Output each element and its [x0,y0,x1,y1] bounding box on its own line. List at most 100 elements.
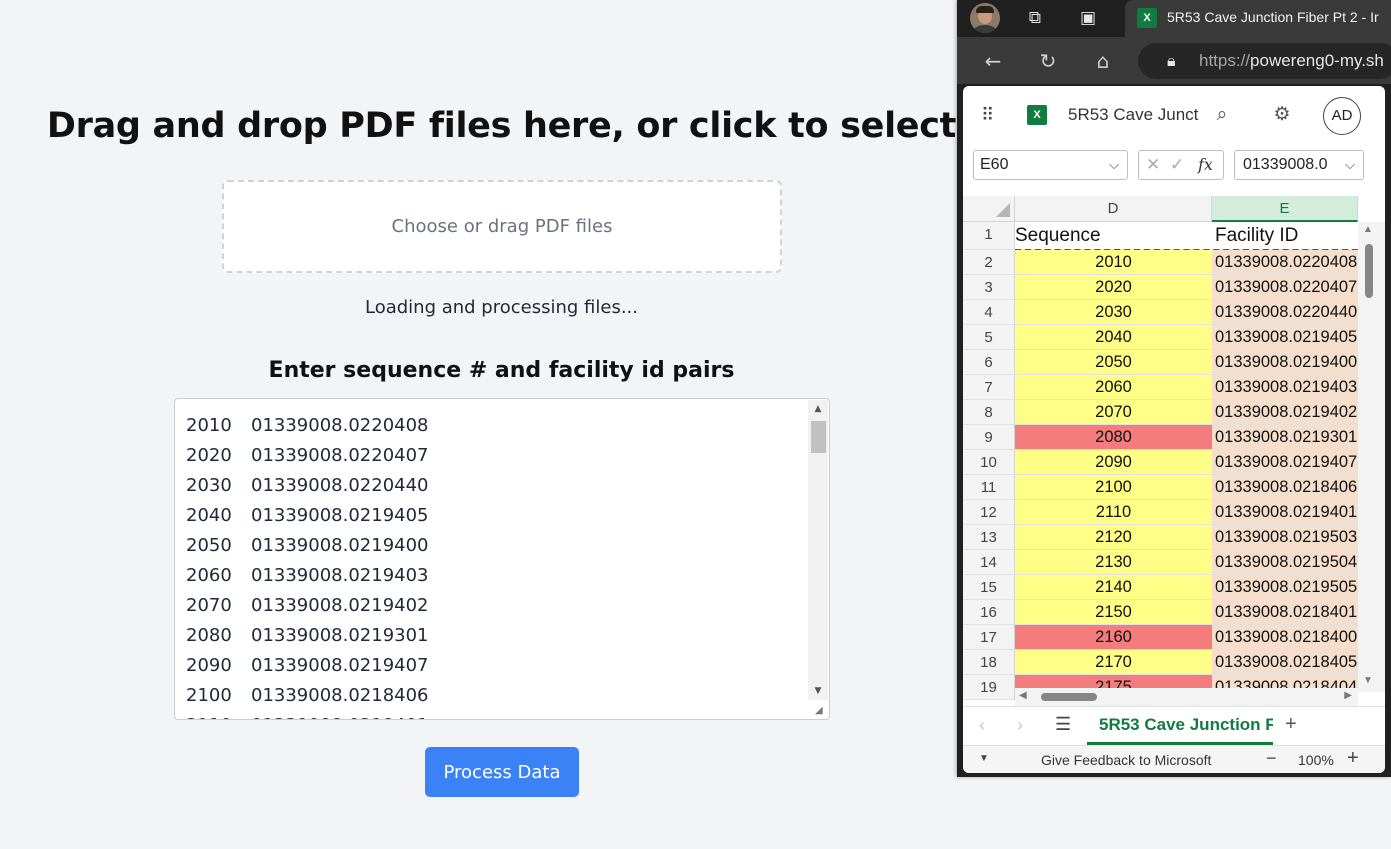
cell-sequence[interactable]: 2090 [1015,450,1212,475]
row-header[interactable]: 10 [963,450,1015,475]
cell-sequence[interactable]: 2080 [1015,425,1212,450]
cell-facility-id[interactable]: 01339008.0219405 [1212,325,1358,350]
chevron-down-icon[interactable]: ▼ [979,753,989,764]
row-header[interactable]: 8 [963,400,1015,425]
row-header[interactable]: 7 [963,375,1015,400]
zoom-in-icon[interactable]: + [1347,747,1359,770]
row-header[interactable]: 16 [963,600,1015,625]
row-header[interactable]: 1 [963,222,1015,250]
scroll-up-arrow-icon[interactable]: ▲ [1361,224,1375,235]
cell-facility-id[interactable]: 01339008.0220440 [1212,300,1358,325]
cell-facility-id[interactable]: 01339008.0219505 [1212,575,1358,600]
next-sheet-icon[interactable]: › [1017,715,1023,736]
name-box[interactable]: E60 ⌵ [973,150,1128,180]
row-header[interactable]: 6 [963,350,1015,375]
cell-facility-id[interactable]: 01339008.0219301 [1212,425,1358,450]
cell-facility-id[interactable]: 01339008.0219403 [1212,375,1358,400]
cell-sequence[interactable]: 2050 [1015,350,1212,375]
url-field[interactable]: 🔒︎ https://powereng0-my.sh [1138,43,1391,79]
column-header-d[interactable]: D [1015,196,1212,222]
zoom-level[interactable]: 100% [1298,752,1334,768]
cell-facility-id[interactable]: 01339008.0219401 [1212,500,1358,525]
row-header[interactable]: 15 [963,575,1015,600]
back-icon[interactable]: ← [980,48,1006,74]
cell-facility-id[interactable]: 01339008.0218400 [1212,625,1358,650]
cell-facility-id[interactable]: 01339008.0219400 [1212,350,1358,375]
account-avatar[interactable]: AD [1323,97,1361,135]
cell-facility-id[interactable]: 01339008.0218405 [1212,650,1358,675]
cell-sequence[interactable]: 2170 [1015,650,1212,675]
select-all-corner[interactable] [963,196,1015,222]
horizontal-scrollbar[interactable]: ◀ ▶ [1015,688,1358,706]
row-header[interactable]: 19 [963,675,1015,700]
all-sheets-menu-icon[interactable]: ☰ [1055,714,1071,735]
pairs-textarea[interactable]: 2010 01339008.0220408 2020 01339008.0220407… [174,398,830,720]
tab-actions-icon[interactable]: ▣ [1076,6,1100,30]
cell-sequence[interactable]: 2030 [1015,300,1212,325]
cell-sequence[interactable]: 2140 [1015,575,1212,600]
cell-sequence[interactable]: 2120 [1015,525,1212,550]
row-header[interactable]: 9 [963,425,1015,450]
cell-sequence[interactable]: 2070 [1015,400,1212,425]
insert-function-icon[interactable]: fx [1198,151,1213,179]
formula-input[interactable]: 01339008.0 ⌵ [1234,150,1364,180]
cell-sequence[interactable]: 2100 [1015,475,1212,500]
row-header[interactable]: 4 [963,300,1015,325]
cell-sequence-header[interactable]: Sequence [1015,222,1212,250]
row-header[interactable]: 12 [963,500,1015,525]
cell-facility-id[interactable]: 01339008.0219504 [1212,550,1358,575]
cell-sequence[interactable]: 2010 [1015,250,1212,275]
cell-facility-id[interactable]: 01339008.0220407 [1212,275,1358,300]
scroll-down-arrow-icon[interactable]: ▼ [1361,675,1375,686]
horizontal-scroll-thumb[interactable] [1041,693,1097,701]
scrollbar-thumb[interactable] [811,421,826,453]
cell-facility-id[interactable]: 01339008.0219407 [1212,450,1358,475]
resize-grip-icon[interactable]: ◢ [815,705,827,717]
scroll-down-arrow-icon[interactable]: ▼ [808,682,828,700]
workspaces-icon[interactable]: ⧉ [1023,6,1047,30]
cell-sequence[interactable]: 2040 [1015,325,1212,350]
profile-avatar[interactable] [970,3,1000,33]
add-sheet-icon[interactable]: + [1285,713,1297,736]
vertical-scroll-thumb[interactable] [1365,244,1373,298]
cell-facility-id[interactable]: 01339008.0219503 [1212,525,1358,550]
row-header[interactable]: 18 [963,650,1015,675]
row-header[interactable]: 2 [963,250,1015,275]
sheet-tab[interactable]: 5R53 Cave Junction Fil [1087,707,1273,745]
gear-icon[interactable]: ⚙ [1270,103,1294,127]
row-header[interactable]: 11 [963,475,1015,500]
refresh-icon[interactable]: ↻ [1035,48,1061,74]
row-header[interactable]: 14 [963,550,1015,575]
cell-facility-header[interactable]: Facility ID [1212,222,1358,250]
cell-sequence[interactable]: 2150 [1015,600,1212,625]
cell-sequence[interactable]: 2110 [1015,500,1212,525]
row-header[interactable]: 17 [963,625,1015,650]
prev-sheet-icon[interactable]: ‹ [979,715,985,736]
column-header-e[interactable]: E [1212,196,1358,222]
scroll-right-arrow-icon[interactable]: ▶ [1344,690,1352,701]
check-icon[interactable]: ✓ [1170,151,1184,179]
home-icon[interactable]: ⌂ [1090,48,1116,74]
feedback-link[interactable]: Give Feedback to Microsoft [1041,752,1211,768]
zoom-out-icon[interactable]: − [1266,748,1277,769]
vertical-scrollbar[interactable]: ▲ ▼ [1358,222,1385,692]
row-header[interactable]: 3 [963,275,1015,300]
cell-facility-id[interactable]: 01339008.0220408 [1212,250,1358,275]
row-header[interactable]: 5 [963,325,1015,350]
document-title[interactable]: 5R53 Cave Junct [1068,105,1198,125]
cell-sequence[interactable]: 2020 [1015,275,1212,300]
cell-sequence[interactable]: 2160 [1015,625,1212,650]
spreadsheet-grid[interactable]: D E 1 Sequence Facility ID 2 2010 01339008.02… [963,196,1385,706]
scroll-left-arrow-icon[interactable]: ◀ [1019,690,1027,701]
cell-sequence[interactable]: 2130 [1015,550,1212,575]
cell-facility-id[interactable]: 01339008.0219402 [1212,400,1358,425]
cancel-icon[interactable]: ✕ [1146,151,1160,179]
cell-facility-id[interactable]: 01339008.0218406 [1212,475,1358,500]
active-browser-tab[interactable]: X 5R53 Cave Junction Fiber Pt 2 - Ir [1125,0,1391,37]
textarea-scrollbar[interactable]: ▲ ▼ [808,400,828,700]
cell-facility-id[interactable]: 01339008.0218401 [1212,600,1358,625]
app-launcher-icon[interactable]: ⠿ [981,104,1003,126]
row-header[interactable]: 13 [963,525,1015,550]
scroll-up-arrow-icon[interactable]: ▲ [808,400,828,418]
pdf-dropzone[interactable]: Choose or drag PDF files [222,180,782,273]
